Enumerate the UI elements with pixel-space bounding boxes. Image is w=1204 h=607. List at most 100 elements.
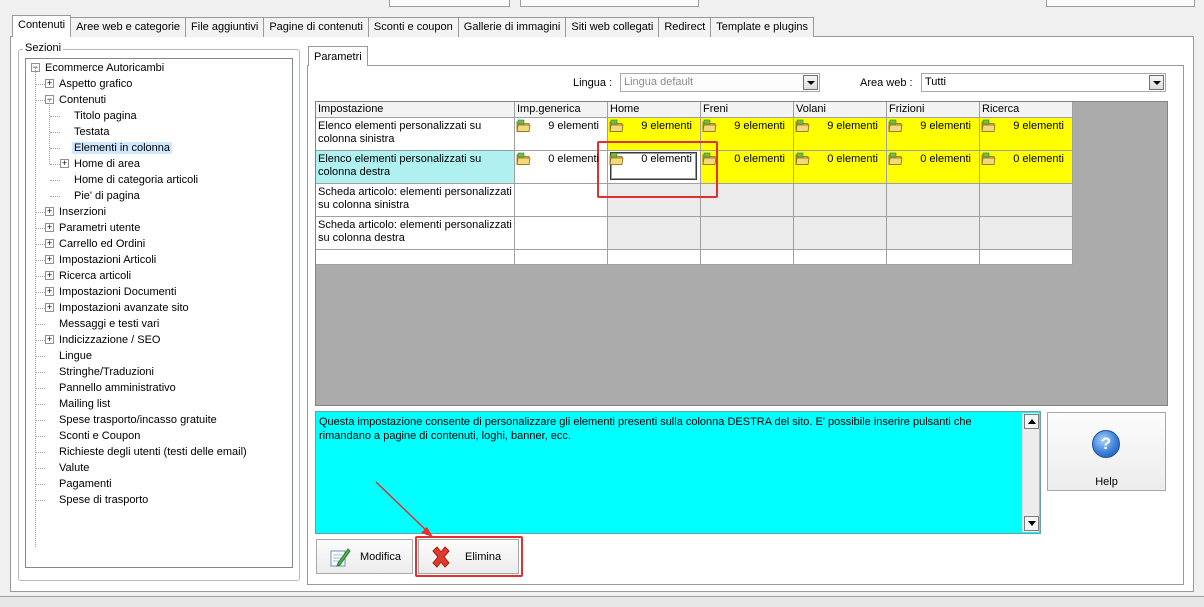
table-cell[interactable]: 0 elementi [980, 151, 1073, 184]
tree-item[interactable]: Titolo pagina [72, 108, 139, 124]
sections-title: Sezioni [23, 42, 64, 54]
tree-item[interactable]: Aspetto grafico [57, 76, 134, 92]
tree-item[interactable]: Elementi in colonna [72, 140, 173, 156]
table-cell[interactable]: 9 elementi [515, 118, 608, 151]
tree-item-label: Pagamenti [59, 478, 112, 490]
table-cell[interactable] [515, 184, 608, 217]
table-row-label[interactable] [316, 250, 515, 265]
tree-item[interactable]: Home di area [72, 156, 142, 172]
column-header[interactable]: Impostazione [316, 102, 515, 118]
expand-plus-icon[interactable]: + [45, 223, 54, 232]
tab-file-aggiuntivi[interactable]: File aggiuntivi [185, 17, 265, 37]
column-header[interactable]: Volani [794, 102, 887, 118]
tree-item[interactable]: Sconti e Coupon [57, 428, 142, 444]
tree-connector [35, 212, 45, 213]
table-cell[interactable] [515, 217, 608, 250]
table-cell[interactable] [608, 217, 701, 250]
expand-plus-icon[interactable]: + [60, 159, 69, 168]
table-cell[interactable] [887, 217, 980, 250]
tab-parametri[interactable]: Parametri [308, 46, 368, 66]
expand-plus-icon[interactable]: + [45, 335, 54, 344]
table-cell[interactable]: 9 elementi [794, 118, 887, 151]
column-header[interactable]: Freni [701, 102, 794, 118]
tree-item[interactable]: Pannello amministrativo [57, 380, 178, 396]
area-web-select[interactable]: Tutti [921, 73, 1166, 92]
table-cell[interactable] [794, 184, 887, 217]
tab-template-e-plugins[interactable]: Template e plugins [710, 17, 815, 37]
table-cell[interactable] [887, 184, 980, 217]
expand-plus-icon[interactable]: + [45, 287, 54, 296]
tree-item[interactable]: Parametri utente [57, 220, 142, 236]
table-cell[interactable] [794, 250, 887, 265]
tab-contenuti[interactable]: Contenuti [12, 15, 72, 37]
settings-grid[interactable]: Impostazione Imp.generica Home Freni Volani F… [315, 101, 1168, 406]
tree-item[interactable]: Ricerca articoli [57, 268, 133, 284]
table-cell[interactable] [980, 217, 1073, 250]
scroll-down-icon[interactable] [1024, 516, 1039, 531]
tree-item[interactable]: Impostazioni Documenti [57, 284, 178, 300]
tab-sconti-e-coupon[interactable]: Sconti e coupon [367, 17, 459, 37]
table-cell[interactable] [887, 250, 980, 265]
column-header[interactable]: Home [608, 102, 701, 118]
tab-pagine-di-contenuti[interactable]: Pagine di contenuti [263, 17, 369, 37]
tab-aree-web-e-categorie[interactable]: Aree web e categorie [70, 17, 187, 37]
tree-item[interactable]: Pagamenti [57, 476, 114, 492]
table-cell[interactable] [701, 217, 794, 250]
expand-plus-icon[interactable]: + [45, 255, 54, 264]
expand-plus-icon[interactable]: + [45, 239, 54, 248]
tree-item[interactable]: Home di categoria articoli [72, 172, 200, 188]
table-cell[interactable]: 0 elementi [887, 151, 980, 184]
tab-siti-web-collegati[interactable]: Siti web collegati [565, 17, 660, 37]
table-cell[interactable] [980, 184, 1073, 217]
table-cell[interactable] [794, 217, 887, 250]
tree-item[interactable]: Impostazioni avanzate sito [57, 300, 191, 316]
tree-item[interactable]: Ecommerce Autoricambi [43, 60, 166, 76]
chevron-down-icon[interactable] [803, 75, 818, 90]
tree-item[interactable]: Carrello ed Ordini [57, 236, 147, 252]
table-cell[interactable] [515, 250, 608, 265]
table-cell[interactable]: 0 elementi [794, 151, 887, 184]
tree-item[interactable]: Messaggi e testi vari [57, 316, 161, 332]
table-cell[interactable] [980, 250, 1073, 265]
tree-item[interactable]: Pie' di pagina [72, 188, 142, 204]
tree-item[interactable]: Contenuti [57, 92, 108, 108]
top-control-left [389, 0, 510, 7]
lingua-select[interactable]: Lingua default [620, 73, 820, 92]
table-cell[interactable]: 9 elementi [887, 118, 980, 151]
column-header[interactable]: Ricerca [980, 102, 1073, 118]
tab-redirect[interactable]: Redirect [658, 17, 712, 37]
column-header[interactable]: Imp.generica [515, 102, 608, 118]
tree-item[interactable]: Lingue [57, 348, 94, 364]
table-cell[interactable]: 0 elementi [515, 151, 608, 184]
tab-gallerie-di-immagini[interactable]: Gallerie di immagini [457, 17, 567, 37]
tree-item[interactable]: Impostazioni Articoli [57, 252, 158, 268]
expand-plus-icon[interactable]: + [45, 271, 54, 280]
table-row-label[interactable]: Scheda articolo: elementi personalizzati… [316, 184, 515, 217]
tree-item[interactable]: Indicizzazione / SEO [57, 332, 163, 348]
tree-item[interactable]: Testata [72, 124, 111, 140]
column-header[interactable]: Frizioni [887, 102, 980, 118]
tree-item[interactable]: Mailing list [57, 396, 112, 412]
tree-item[interactable]: Spese di trasporto [57, 492, 150, 508]
modifica-button[interactable]: Modifica [316, 539, 413, 574]
table-cell[interactable]: 9 elementi [980, 118, 1073, 151]
table-cell[interactable] [701, 250, 794, 265]
expand-plus-icon[interactable]: + [45, 303, 54, 312]
scroll-up-icon[interactable] [1024, 414, 1039, 429]
table-cell[interactable] [608, 250, 701, 265]
table-row-label[interactable]: Elenco elementi personalizzati su colonn… [316, 151, 515, 184]
description-scrollbar[interactable] [1022, 413, 1039, 532]
table-row-label[interactable]: Elenco elementi personalizzati su colonn… [316, 118, 515, 151]
sections-tree[interactable]: − Ecommerce Autoricambi + Aspetto grafico − C… [25, 58, 293, 568]
chevron-down-icon[interactable] [1149, 75, 1164, 90]
tree-item[interactable]: Stringhe/Traduzioni [57, 364, 156, 380]
tree-item[interactable]: Inserzioni [57, 204, 108, 220]
expand-plus-icon[interactable]: + [45, 79, 54, 88]
tree-item[interactable]: Valute [57, 460, 91, 476]
table-row-label[interactable]: Scheda articolo: elementi personalizzati… [316, 217, 515, 250]
tree-item-label: Valute [59, 462, 90, 474]
tree-item[interactable]: Spese trasporto/incasso gratuite [57, 412, 219, 428]
expand-plus-icon[interactable]: + [45, 207, 54, 216]
tree-item[interactable]: Richieste degli utenti (testi delle emai… [57, 444, 249, 460]
help-button[interactable]: ? Help [1047, 412, 1166, 491]
